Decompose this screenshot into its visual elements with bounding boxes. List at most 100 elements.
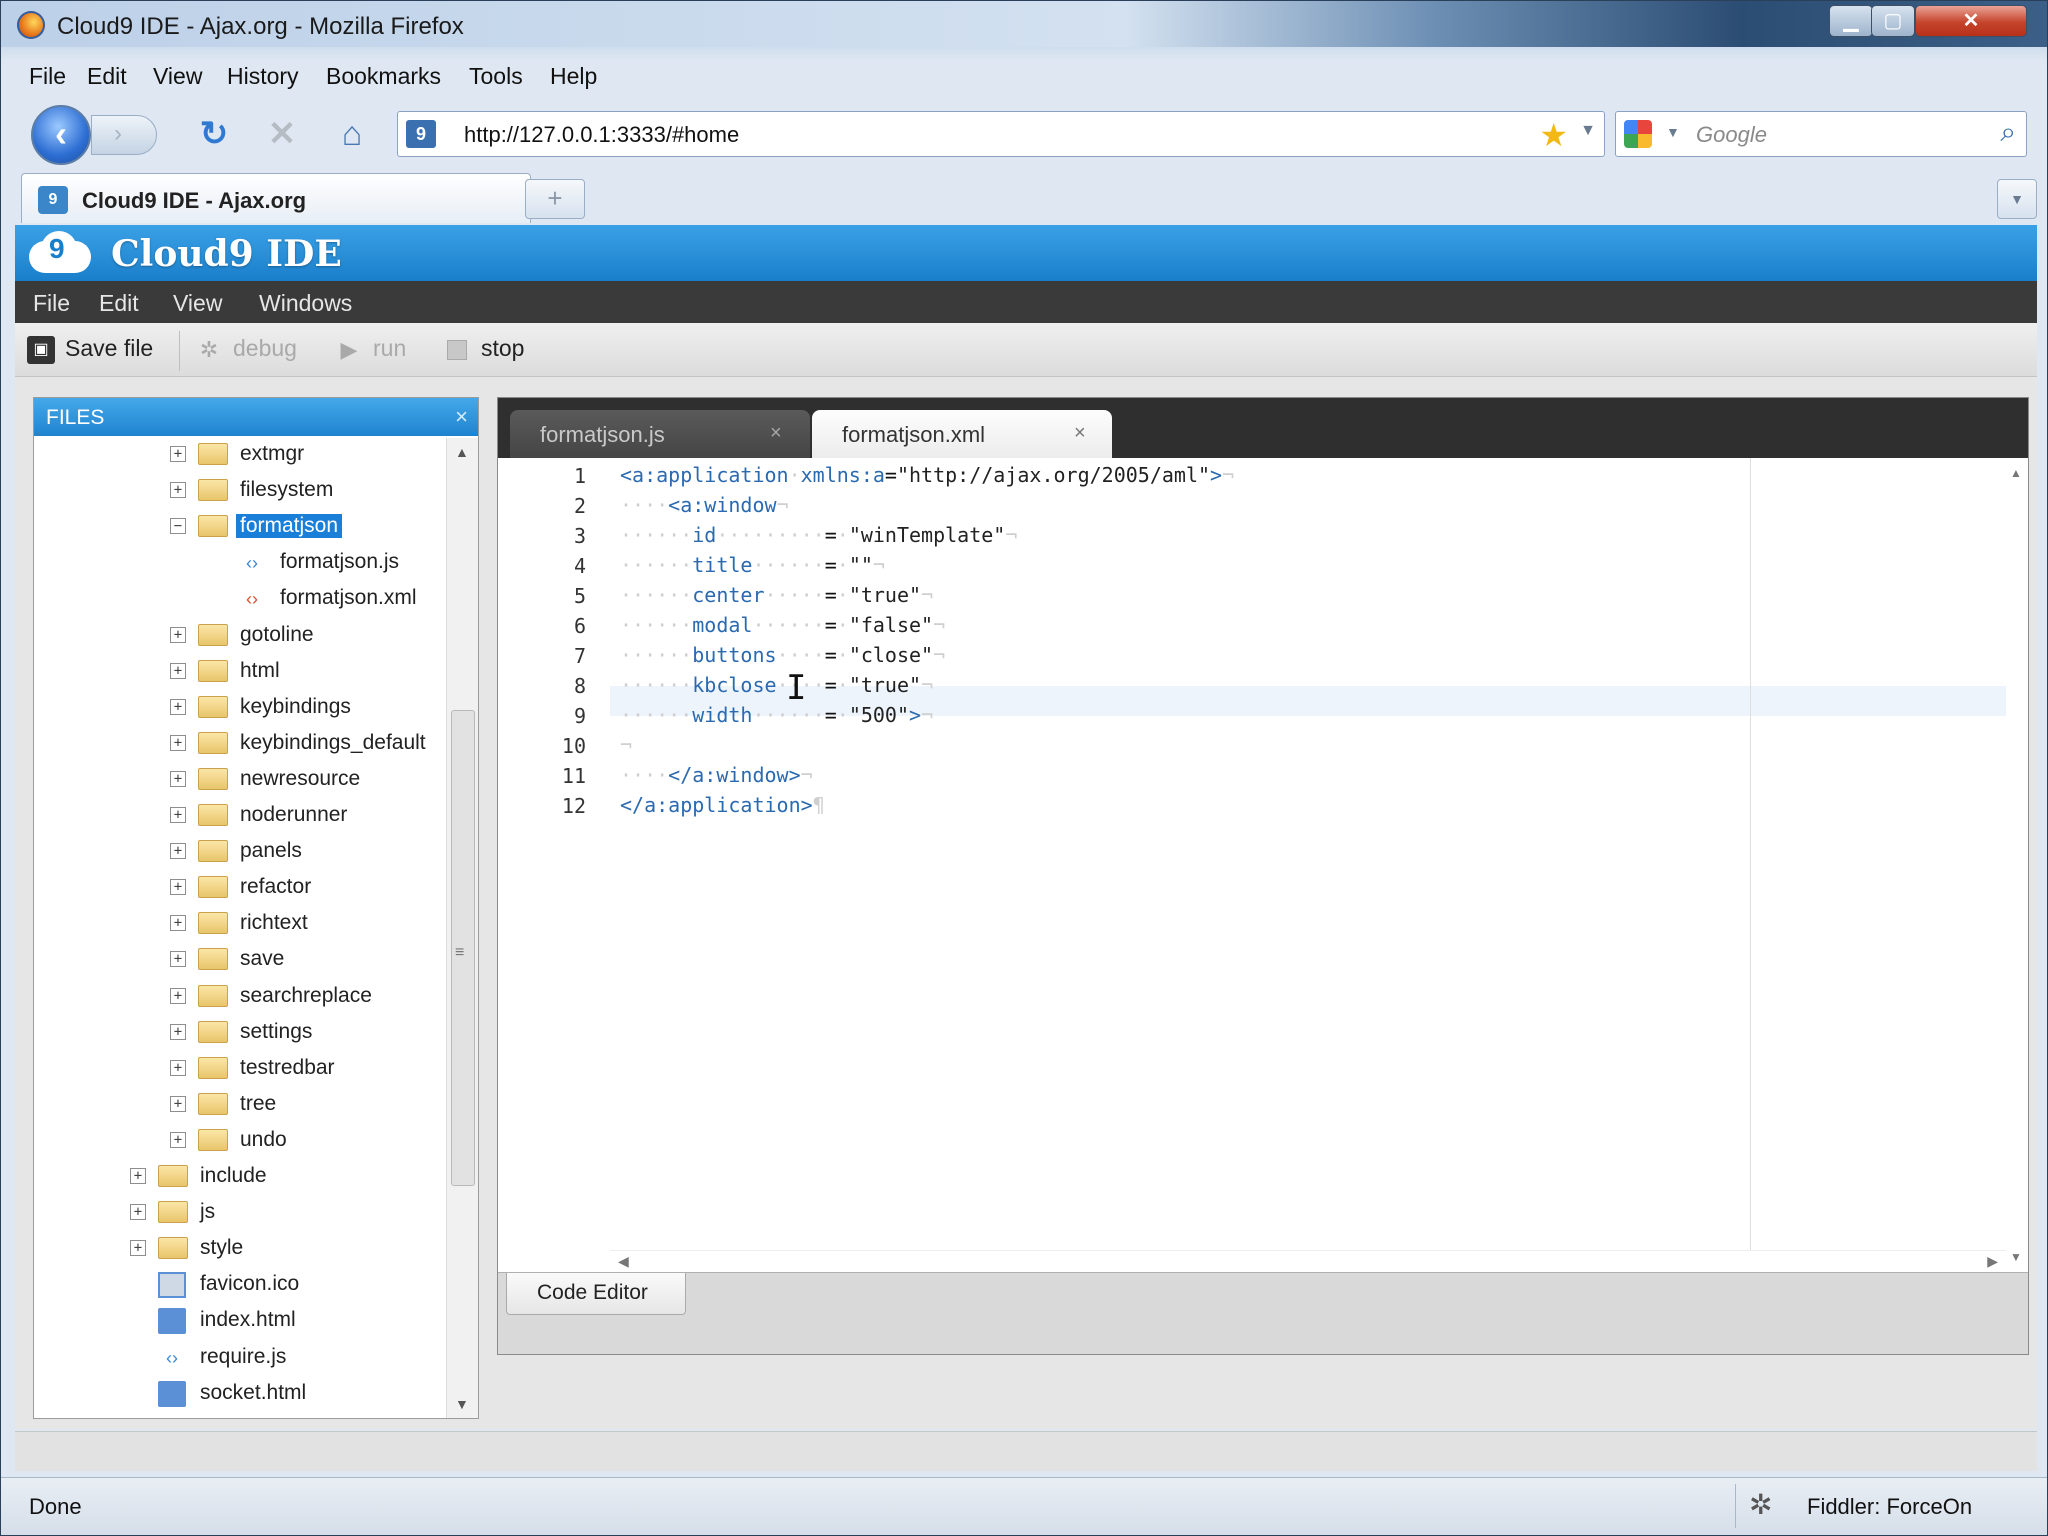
ide-menu-file[interactable]: File (33, 290, 70, 317)
expand-icon[interactable]: + (170, 807, 186, 823)
url-text[interactable]: http://127.0.0.1:3333/#home (464, 122, 739, 148)
debug-button[interactable]: ✲ debug (195, 335, 297, 367)
string-token: "true" (848, 583, 922, 607)
code-line[interactable]: ······kbclose····=·"true"¬ (620, 670, 933, 700)
scroll-down-icon[interactable]: ▼ (2010, 1250, 2022, 1264)
code-line[interactable]: ······center·····=·"true"¬ (620, 580, 933, 610)
expand-icon[interactable]: + (170, 770, 186, 787)
search-box[interactable]: ▼ Google ⌕ (1615, 111, 2027, 157)
stop-button[interactable]: stop (447, 335, 524, 367)
search-icon[interactable]: ⌕ (2000, 116, 2016, 149)
new-tab-button[interactable]: + (525, 179, 585, 219)
code-line[interactable]: ····<a:window¬ (620, 490, 789, 520)
menu-file[interactable]: File (29, 63, 66, 90)
expand-icon[interactable]: + (130, 1168, 146, 1184)
code-line[interactable]: ······modal······=·"false"¬ (620, 610, 945, 640)
menu-view[interactable]: View (153, 63, 202, 90)
google-engine-icon[interactable] (1624, 120, 1652, 148)
editor-tab-formatjson-xml[interactable]: formatjson.xml × (812, 410, 1112, 458)
url-bar[interactable]: 9 http://127.0.0.1:3333/#home ★ ▼ (397, 111, 1605, 157)
code-editor[interactable]: 1 2 3 4 5 6 7 8 9 10 11 12 <a:application·xmlns:a="… (498, 458, 2028, 1272)
equals-token: = (824, 703, 837, 727)
scroll-up-icon[interactable]: ▲ (2010, 466, 2022, 480)
menu-tools[interactable]: Tools (469, 63, 523, 90)
menu-history[interactable]: History (227, 63, 299, 90)
code-editor-tab[interactable]: Code Editor (506, 1273, 686, 1315)
expand-icon[interactable]: + (130, 1204, 146, 1221)
expand-icon[interactable]: + (170, 698, 186, 715)
scroll-left-icon[interactable]: ◀ (618, 1253, 629, 1270)
code-line[interactable]: ······title······=·""¬ (620, 550, 885, 580)
expand-icon[interactable]: + (170, 1059, 186, 1076)
close-tab-icon[interactable]: × (1074, 422, 1086, 445)
site-identity-icon[interactable]: 9 (406, 120, 436, 148)
expand-icon[interactable]: + (170, 446, 186, 462)
expand-icon[interactable]: + (170, 987, 186, 1004)
expand-icon[interactable]: + (170, 1131, 186, 1148)
scroll-right-icon[interactable]: ▶ (1987, 1253, 1998, 1270)
expand-icon[interactable]: + (130, 1240, 146, 1257)
code-line[interactable]: ····</a:window>¬ (620, 760, 813, 790)
browser-tab-active[interactable]: 9 Cloud9 IDE - Ajax.org (21, 173, 531, 223)
editor-vertical-scrollbar[interactable]: ▲ ▼ (2006, 458, 2028, 1272)
bookmark-star-icon[interactable]: ★ (1539, 116, 1568, 154)
stop-square-icon (447, 339, 467, 360)
forward-button[interactable]: › (91, 115, 157, 155)
fiddler-status[interactable]: Fiddler: ForceOn (1807, 1494, 1972, 1520)
close-window-button[interactable]: ✕ (1915, 5, 2027, 37)
expand-icon[interactable]: + (170, 843, 186, 860)
code-line[interactable]: </a:application>¶ (620, 790, 825, 820)
tree-item-label: formatjson.js (280, 550, 400, 574)
expand-icon[interactable]: + (170, 951, 186, 968)
minimize-button[interactable]: ▁ (1829, 5, 1873, 37)
ide-menu-windows[interactable]: Windows (259, 290, 352, 317)
save-file-button[interactable]: ▣ Save file (27, 335, 153, 367)
close-tab-icon[interactable]: × (770, 422, 782, 445)
menu-help[interactable]: Help (550, 63, 597, 90)
bug-icon: ✲ (199, 336, 219, 362)
expand-icon[interactable]: + (170, 662, 186, 679)
editor-horizontal-scrollbar[interactable]: ◀ ▶ (610, 1250, 2006, 1272)
ide-menu-edit[interactable]: Edit (99, 290, 139, 317)
expand-icon[interactable]: + (170, 1023, 186, 1040)
file-tree-scrollbar[interactable]: ▲ ≡ ▼ (446, 438, 478, 1418)
folder-icon (198, 912, 228, 935)
collapse-icon[interactable]: − (170, 518, 186, 535)
scroll-up-icon[interactable]: ▲ (455, 444, 469, 460)
back-button[interactable]: ‹ (31, 105, 91, 165)
run-button[interactable]: ▶ run (335, 335, 407, 367)
scroll-down-icon[interactable]: ▼ (455, 1396, 469, 1412)
code-line[interactable]: ······buttons····=·"close"¬ (620, 640, 945, 670)
xml-tag-token: </a:window (668, 763, 789, 787)
ide-menu-view[interactable]: View (173, 290, 222, 317)
whitespace: · (788, 463, 801, 487)
editor-tab-formatjson-js[interactable]: formatjson.js × (510, 410, 810, 458)
expand-icon[interactable]: + (170, 879, 186, 896)
expand-icon[interactable]: + (170, 1095, 186, 1112)
tree-item-label: panels (240, 839, 302, 863)
folder-icon (158, 1237, 188, 1260)
menu-edit[interactable]: Edit (87, 63, 127, 90)
fiddler-icon[interactable]: ✲ (1749, 1488, 1772, 1521)
search-placeholder[interactable]: Google (1696, 122, 1767, 148)
xml-tag-token: > (788, 763, 801, 787)
reload-icon[interactable]: ↻ (193, 113, 235, 155)
eol-marker: ¬ (620, 733, 633, 757)
home-icon[interactable]: ⌂ (331, 113, 373, 155)
expand-icon[interactable]: + (170, 482, 186, 499)
expand-icon[interactable]: + (170, 626, 186, 643)
expand-icon[interactable]: + (170, 915, 186, 932)
close-panel-icon[interactable]: × (455, 404, 468, 430)
tab-list-dropdown-icon[interactable]: ▼ (1997, 179, 2037, 219)
code-line[interactable]: ¬ (620, 730, 632, 760)
code-line[interactable]: ······id·········=·"winTemplate"¬ (620, 520, 1017, 550)
url-history-dropdown-icon[interactable]: ▼ (1580, 122, 1596, 140)
code-line[interactable]: <a:application·xmlns:a="http://ajax.org/… (620, 460, 1234, 490)
engine-dropdown-icon[interactable]: ▼ (1666, 124, 1680, 140)
expand-icon[interactable]: + (170, 734, 186, 751)
folder-icon (158, 1201, 188, 1224)
maximize-button[interactable]: ▢ (1871, 5, 1915, 37)
code-line[interactable]: ······width······=·"500">¬ (620, 700, 933, 730)
stop-loading-icon[interactable]: ✕ (261, 113, 303, 155)
menu-bookmarks[interactable]: Bookmarks (326, 63, 441, 90)
